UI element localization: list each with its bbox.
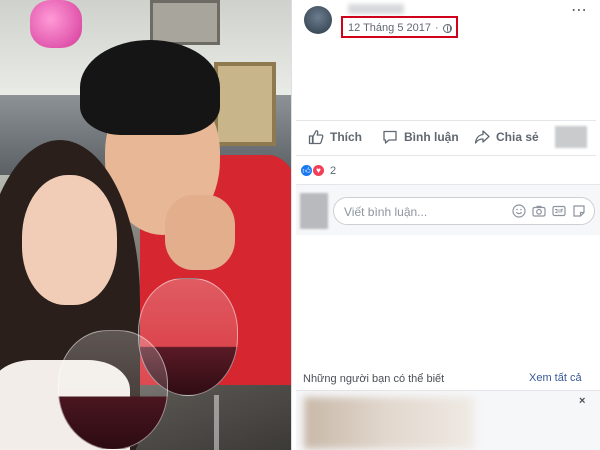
gif-icon[interactable] (552, 204, 566, 218)
post-photo[interactable] (0, 0, 291, 450)
share-button[interactable]: Chia sẻ (474, 129, 539, 145)
comment-label: Bình luận (404, 130, 459, 144)
suggestion-card: × (296, 390, 600, 450)
background-frame (150, 0, 220, 45)
post-date-highlight[interactable]: 12 Tháng 5 2017 · (341, 16, 458, 38)
comment-button[interactable]: Bình luận (382, 129, 459, 145)
certificate-frame (214, 62, 276, 146)
like-label: Thích (330, 130, 362, 144)
background-object (30, 0, 82, 48)
sticker-icon[interactable] (572, 204, 586, 218)
share-label: Chia sẻ (496, 130, 539, 144)
viewer-avatar-blurred (300, 193, 328, 229)
author-name-blurred[interactable] (348, 4, 404, 14)
man-hair (80, 40, 220, 135)
wine-glass-stem (214, 395, 219, 450)
post-actions-bar: Thích Bình luận Chia sẻ (296, 120, 596, 156)
reaction-count: 2 (330, 164, 337, 177)
comment-input[interactable]: Viết bình luận... (333, 197, 595, 225)
thumbs-up-icon (308, 130, 324, 145)
author-avatar[interactable] (304, 6, 332, 34)
see-all-link[interactable]: Xem tất cả (529, 372, 582, 384)
separator-dot: · (434, 22, 439, 34)
love-icon: ♥ (312, 164, 325, 177)
emoji-icon[interactable] (512, 204, 526, 218)
reactions-summary[interactable]: 👍︎ ♥ 2 (300, 164, 336, 177)
comment-composer: Viết bình luận... (296, 185, 600, 235)
comment-tools (512, 204, 586, 218)
comment-icon (383, 130, 397, 144)
globe-icon[interactable] (442, 23, 452, 33)
camera-icon[interactable] (532, 204, 546, 218)
suggestion-blurred[interactable] (304, 397, 474, 449)
share-as-avatar-blurred[interactable] (555, 126, 587, 148)
comment-placeholder: Viết bình luận... (344, 205, 428, 219)
people-you-may-know-title: Những người bạn có thể biết (303, 373, 445, 385)
like-button[interactable]: Thích (308, 129, 362, 145)
close-icon[interactable]: × (579, 395, 585, 407)
wine-glass (58, 330, 168, 450)
more-options-icon[interactable]: ⋯ (571, 0, 588, 20)
share-icon (474, 130, 490, 144)
man-hand (165, 195, 235, 270)
post-date[interactable]: 12 Tháng 5 2017 (348, 22, 431, 34)
woman-face (22, 175, 117, 305)
